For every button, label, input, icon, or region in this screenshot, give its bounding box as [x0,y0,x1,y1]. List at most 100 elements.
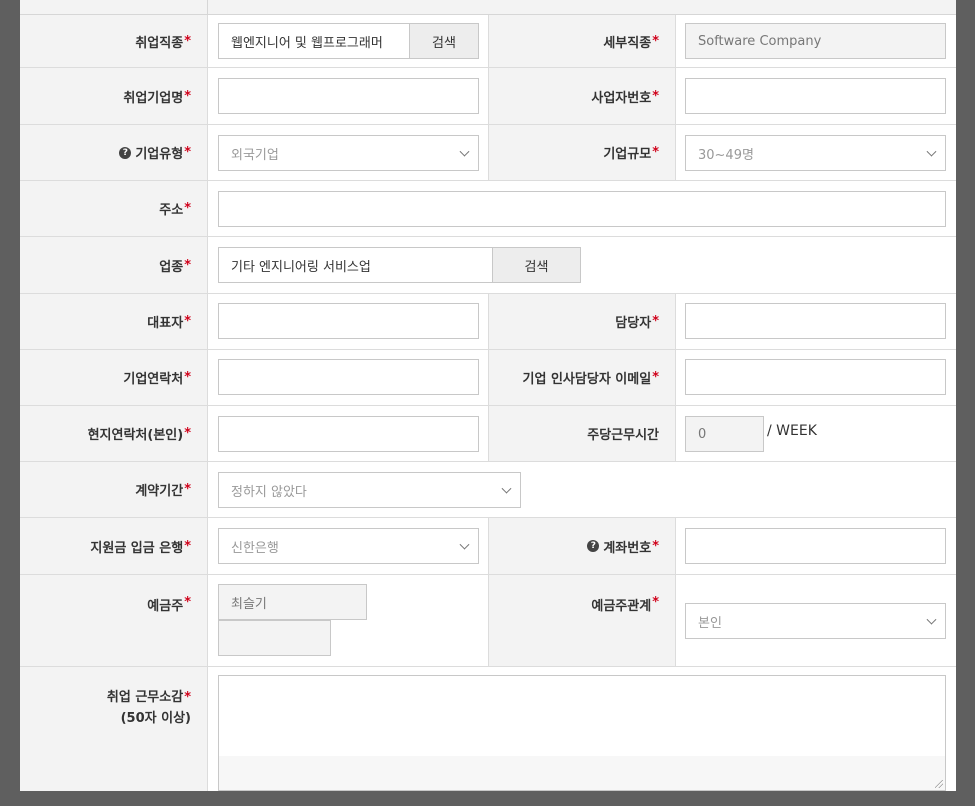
required-mark: * [184,595,191,610]
account-number-input[interactable] [685,528,946,564]
label-local-contact: 현지연락처(본인) * [20,406,208,461]
holder-relation-select[interactable]: 본인 [685,603,946,639]
label-hr-email: 기업 인사담당자 이메일 * [488,350,676,405]
label-weekly-hours: 주당근무시간 [488,406,676,461]
account-holder-extra-input[interactable] [218,620,331,656]
label-job-type: 취업직종 * [20,15,208,67]
contract-period-select[interactable]: 정하지 않았다 [218,472,521,508]
label-text: 취업기업명 [123,90,184,106]
label-text: 현지연락처(본인) [87,428,184,443]
required-mark: * [184,690,191,705]
impression-textarea[interactable] [218,675,946,791]
row-job-type: 취업직종 * 웹엔지니어 및 웹프로그래머 검색 세부직종 * Software C… [20,15,956,68]
resize-grip-icon[interactable] [935,780,943,788]
required-mark: * [652,538,659,554]
required-mark: * [184,201,191,216]
label-address: 주소 * [20,181,208,236]
label-text: 기업유형 [135,147,184,162]
row-ceo: 대표자 * 담당자 * [20,294,956,350]
chevron-down-icon [459,146,470,157]
manager-input[interactable] [685,303,946,339]
weekly-hours-value: 0 [698,426,707,442]
industry-value: 기타 엔지니어링 서비스업 [231,259,371,275]
label-ceo: 대표자 * [20,294,208,349]
company-size-select[interactable]: 30~49명 [685,135,946,171]
industry-input[interactable]: 기타 엔지니어링 서비스업 [218,247,493,283]
textarea-shaded-area [219,756,945,790]
company-name-input[interactable] [218,78,479,114]
required-mark: * [184,426,191,441]
ceo-input[interactable] [218,303,479,339]
required-mark: * [184,33,191,49]
job-detail-value: Software Company [698,33,822,49]
label-company-size: 기업규모 * [488,125,676,180]
required-mark: * [184,370,191,385]
row-address: 주소 * [20,181,956,237]
company-size-value: 30~49명 [698,147,754,163]
label-text: 업종 [159,259,184,275]
company-type-value: 외국기업 [231,147,279,163]
address-input[interactable] [218,191,946,227]
label-account-holder: 예금주 * [20,575,208,666]
previous-row-strip [20,0,956,15]
label-text: 대표자 [147,316,184,331]
required-mark: * [184,482,191,497]
label-text: 사업자번호 [591,90,652,106]
row-account-holder: 예금주 * 최슬기 예금주관계 * 본인 [20,575,956,667]
label-text: 계좌번호 [603,540,652,556]
label-text: 취업 근무소감 [106,690,184,705]
label-text: 취업직종 [135,35,184,51]
label-job-detail: 세부직종 * [488,15,676,67]
job-type-search-button[interactable]: 검색 [409,23,479,59]
account-holder-value: 최슬기 [231,596,267,612]
label-company-name: 취업기업명 * [20,68,208,124]
label-impression: 취업 근무소감* (50자 이상) [20,667,208,791]
row-company-type: ? 기업유형 * 외국기업 기업규모 * 30~49명 [20,125,956,181]
row-company-contact: 기업연락처 * 기업 인사담당자 이메일 * [20,350,956,406]
label-text: 주당근무시간 [587,428,659,443]
job-detail-input[interactable]: Software Company [685,23,946,59]
local-contact-input[interactable] [218,416,479,452]
label-text: 담당자 [615,316,652,331]
label-text: 예금주관계 [591,599,652,614]
label-text: 세부직종 [603,35,652,51]
label-manager: 담당자 * [488,294,676,349]
company-contact-input[interactable] [218,359,479,395]
question-circle-icon[interactable]: ? [119,146,132,159]
row-company-name: 취업기업명 * 사업자번호 * [20,68,956,125]
required-mark: * [652,33,659,49]
required-mark: * [652,145,659,160]
label-company-contact: 기업연락처 * [20,350,208,405]
required-mark: * [184,314,191,329]
question-circle-icon[interactable]: ? [587,540,600,552]
label-text: 기업 인사담당자 이메일 [522,372,652,387]
bank-value: 신한은행 [231,540,279,556]
account-holder-input[interactable]: 최슬기 [218,584,367,620]
required-mark: * [652,314,659,329]
required-mark: * [652,88,659,104]
required-mark: * [184,538,191,554]
label-industry: 업종 * [20,237,208,293]
label-text: 계약기간 [135,484,184,499]
job-type-input[interactable]: 웹엔지니어 및 웹프로그래머 [218,23,410,59]
label-bank: 지원금 입금 은행 * [20,518,208,574]
label-contract-period: 계약기간 * [20,462,208,517]
company-type-select[interactable]: 외국기업 [218,135,479,171]
label-text: 지원금 입금 은행 [90,540,184,556]
label-text: 주소 [159,203,184,218]
weekly-hours-input[interactable]: 0 [685,416,764,452]
row-industry: 업종 * 기타 엔지니어링 서비스업 검색 [20,237,956,294]
chevron-down-icon [501,483,512,494]
label-text: 기업연락처 [123,372,184,387]
industry-search-button[interactable]: 검색 [492,247,581,283]
weekly-hours-unit: / WEEK [767,423,817,439]
business-number-input[interactable] [685,78,946,114]
hr-email-input[interactable] [685,359,946,395]
row-bank: 지원금 입금 은행 * 신한은행 ? 계좌번호 * [20,518,956,575]
required-mark: * [184,257,191,273]
label-text: 예금주 [147,599,184,614]
bank-select[interactable]: 신한은행 [218,528,479,564]
job-type-value: 웹엔지니어 및 웹프로그래머 [231,35,383,51]
required-mark: * [184,145,191,160]
required-mark: * [184,88,191,104]
